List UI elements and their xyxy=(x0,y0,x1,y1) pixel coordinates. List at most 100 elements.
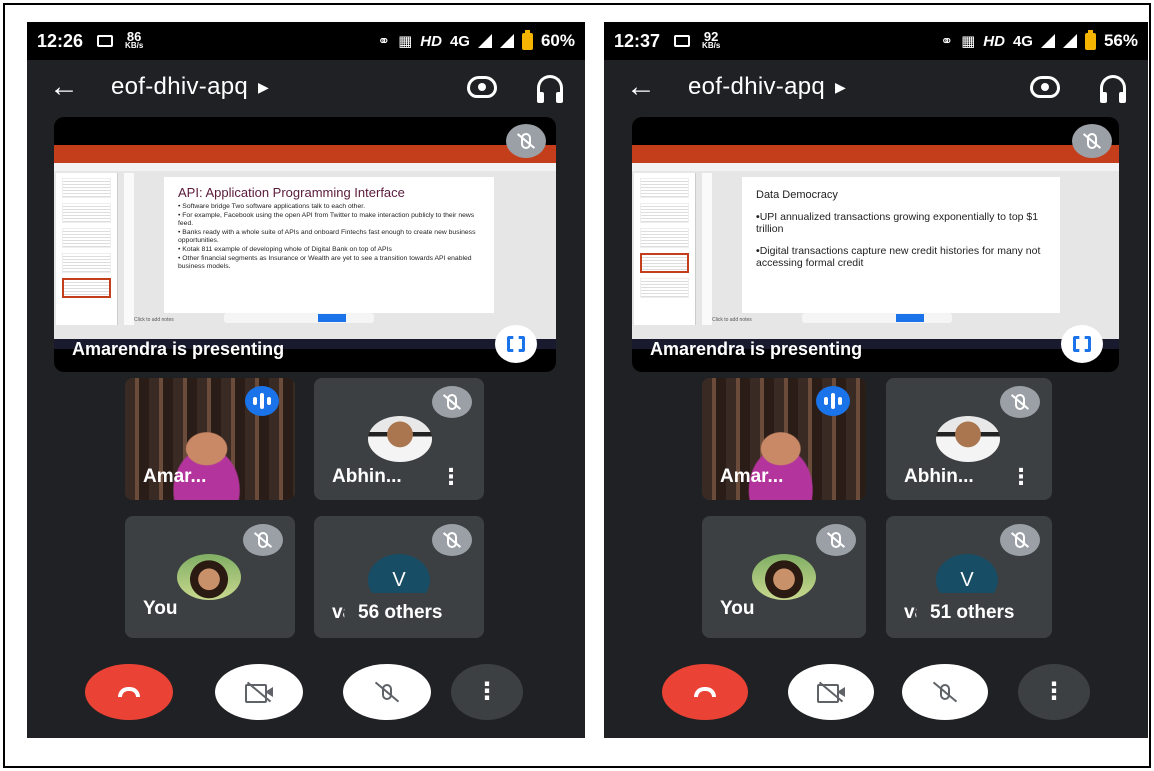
slide-bullet: UPI annualized transactions growing expo… xyxy=(756,211,1046,235)
more-vert-icon: ⋮ xyxy=(1042,678,1066,705)
arrow-back-icon[interactable]: ← xyxy=(49,70,89,104)
slide-bullet: For example, Facebook using the open API… xyxy=(178,212,480,229)
meeting-top-bar: ← eof-dhiv-apq ▶ xyxy=(604,62,1148,112)
slide-thumbnails xyxy=(634,173,696,325)
avatar xyxy=(936,416,1000,462)
meeting-top-bar: ← eof-dhiv-apq ▶ xyxy=(27,62,585,112)
status-bar: 12:26 86 KB/s ⚭ ▦ HD 4G 60% xyxy=(27,22,585,60)
slide-title: API: Application Programming Interface xyxy=(178,185,405,200)
headset-icon[interactable] xyxy=(1100,75,1126,103)
participant-tile-self[interactable]: You xyxy=(125,516,295,638)
battery-icon xyxy=(521,29,533,50)
arrow-back-icon[interactable]: ← xyxy=(626,70,666,104)
participant-tile[interactable]: Abhin... ⋮ xyxy=(314,378,484,500)
signal-2-icon xyxy=(1062,34,1077,48)
slide-title: Data Democracy xyxy=(756,189,838,201)
others-count[interactable]: 51 others xyxy=(916,593,1029,633)
ppt-ruler xyxy=(54,163,556,171)
status-bar: 12:37 92 KB/s ⚭ ▦ HD 4G 56% xyxy=(604,22,1148,60)
camera-rotate-icon[interactable] xyxy=(467,76,497,98)
ppt-ribbon xyxy=(632,145,1119,163)
mic-off-icon xyxy=(1072,124,1112,158)
slide-notes: Click to add notes xyxy=(712,317,752,323)
slide-bullet: Other financial segments as Insurance or… xyxy=(178,255,480,272)
mic-off-icon xyxy=(1000,386,1040,418)
call-end-icon xyxy=(118,687,140,697)
slide-bullet: Software bridge Two software application… xyxy=(178,203,480,212)
mic-toggle-button[interactable] xyxy=(343,664,431,720)
participant-tile[interactable]: Abhin... ⋮ xyxy=(886,378,1052,500)
more-options-button[interactable]: ⋮ xyxy=(1018,664,1090,720)
more-vert-icon[interactable]: ⋮ xyxy=(1010,466,1032,488)
fullscreen-icon[interactable] xyxy=(1061,325,1103,363)
headset-status-icon: ⚭ xyxy=(377,33,391,50)
headset-icon[interactable] xyxy=(537,75,563,103)
mic-off-icon xyxy=(243,524,283,556)
slide-thumbnails xyxy=(56,173,118,325)
camera-toggle-button[interactable] xyxy=(788,664,874,720)
slide-bullets: UPI annualized transactions growing expo… xyxy=(756,211,1046,269)
thumb-scrollbar xyxy=(702,173,712,325)
meeting-title[interactable]: eof-dhiv-apq xyxy=(688,73,825,101)
phone-screenshot-left: 12:26 86 KB/s ⚭ ▦ HD 4G 60% ← eof-dhiv-ap… xyxy=(27,22,585,738)
status-right: ⚭ ▦ HD 4G 60% xyxy=(377,29,575,51)
signal-icon xyxy=(477,34,492,48)
participant-name: Amar... xyxy=(143,466,207,487)
net-type: 4G xyxy=(449,32,470,50)
ppt-ruler xyxy=(632,163,1119,171)
hd-label: HD xyxy=(420,32,442,50)
presentation-tile[interactable]: API: Application Programming Interface S… xyxy=(54,117,556,372)
net-type: 4G xyxy=(1012,32,1033,50)
participant-tile-self[interactable]: You xyxy=(702,516,866,638)
phone-screenshot-right: 12:37 92 KB/s ⚭ ▦ HD 4G 56% ← eof-dhiv-ap… xyxy=(604,22,1148,738)
status-right: ⚭ ▦ HD 4G 56% xyxy=(941,29,1138,51)
screen-share-bar xyxy=(802,313,952,323)
participant-tile-presenter[interactable]: Amar... xyxy=(125,378,295,500)
camera-toggle-button[interactable] xyxy=(215,664,303,720)
participant-name: Abhin... xyxy=(904,466,974,487)
ppt-ribbon xyxy=(54,145,556,163)
presentation-tile[interactable]: Data Democracy UPI annualized transactio… xyxy=(632,117,1119,372)
cast-icon xyxy=(674,35,691,47)
camera-rotate-icon[interactable] xyxy=(1030,76,1060,98)
participant-tile-others[interactable]: V vat 51 others xyxy=(886,516,1052,638)
signal-icon xyxy=(1040,34,1055,48)
fullscreen-icon[interactable] xyxy=(495,325,537,363)
mic-off-icon xyxy=(432,386,472,418)
participant-name: You xyxy=(720,598,755,619)
end-call-button[interactable] xyxy=(85,664,173,720)
battery-icon xyxy=(1084,29,1096,50)
slide-content: API: Application Programming Interface S… xyxy=(164,177,494,313)
network-speed: 86 KB/s xyxy=(125,29,144,50)
speaking-indicator-icon xyxy=(816,386,850,416)
participant-tile-others[interactable]: V vat 56 others xyxy=(314,516,484,638)
others-count[interactable]: 56 others xyxy=(344,593,457,633)
presenter-label: Amarendra is presenting xyxy=(72,339,285,359)
more-vert-icon: ⋮ xyxy=(475,678,499,705)
battery-percent: 60% xyxy=(540,31,575,50)
slide-bullet: Kotak 811 example of developing whole of… xyxy=(178,246,480,255)
participant-tile-presenter[interactable]: Amar... xyxy=(702,378,866,500)
slide-bullet: Digital transactions capture new credit … xyxy=(756,245,1046,269)
more-vert-icon[interactable]: ⋮ xyxy=(440,466,462,488)
thumb-scrollbar xyxy=(124,173,134,325)
meeting-title[interactable]: eof-dhiv-apq xyxy=(111,73,248,101)
avatar xyxy=(368,416,432,462)
mic-toggle-button[interactable] xyxy=(902,664,988,720)
vibrate-icon: ▦ xyxy=(961,33,976,50)
network-speed: 92 KB/s xyxy=(702,29,721,50)
screen-share-bar xyxy=(224,313,374,323)
mic-off-icon xyxy=(432,524,472,556)
signal-2-icon xyxy=(499,34,514,48)
avatar xyxy=(752,554,816,600)
participant-name: Abhin... xyxy=(332,466,402,487)
participant-name: Amar... xyxy=(720,466,784,487)
speaking-indicator-icon xyxy=(245,386,279,416)
slide-content: Data Democracy UPI annualized transactio… xyxy=(742,177,1060,313)
end-call-button[interactable] xyxy=(662,664,748,720)
slide-bullet: Banks ready with a whole suite of APIs a… xyxy=(178,229,480,246)
play-arrow-icon[interactable]: ▶ xyxy=(258,79,269,96)
avatar xyxy=(177,554,241,600)
play-arrow-icon[interactable]: ▶ xyxy=(835,79,846,96)
more-options-button[interactable]: ⋮ xyxy=(451,664,523,720)
